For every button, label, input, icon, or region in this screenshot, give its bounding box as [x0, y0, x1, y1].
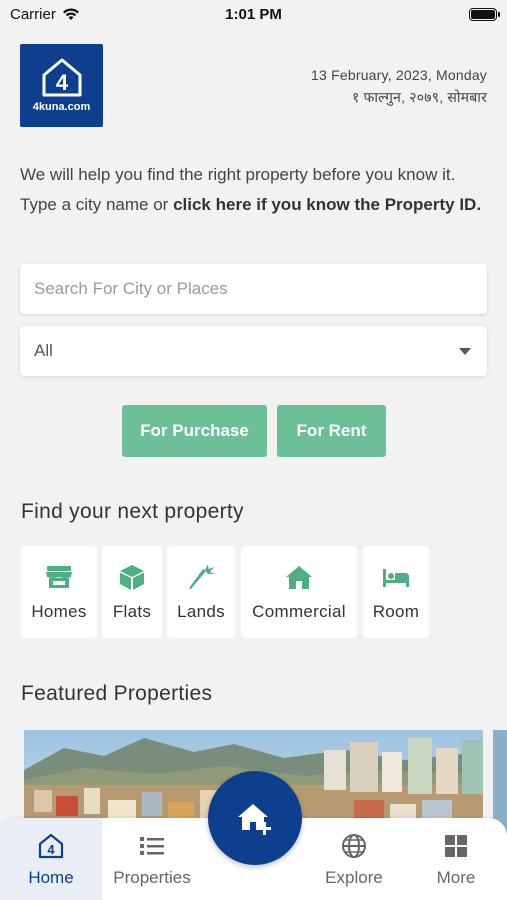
nav-home[interactable]: 4 Home	[0, 818, 102, 900]
carrier-label: Carrier	[10, 5, 56, 23]
house-icon	[286, 566, 312, 589]
search-input[interactable]	[20, 264, 487, 314]
for-purchase-button[interactable]: For Purchase	[122, 405, 267, 457]
for-rent-button[interactable]: For Rent	[277, 405, 386, 457]
select-value: All	[34, 341, 53, 360]
nav-label: Explore	[325, 868, 383, 887]
intro-text: We will help you find the right property…	[20, 160, 490, 220]
wifi-icon	[62, 8, 79, 20]
nav-properties[interactable]: Properties	[102, 818, 202, 900]
nav-more[interactable]: More	[406, 818, 506, 900]
list-icon	[140, 837, 164, 855]
featured-section-title: Featured Properties	[21, 682, 213, 705]
date-english: 13 February, 2023, Monday	[311, 67, 487, 83]
category-commercial[interactable]: Commercial	[241, 546, 357, 638]
box-icon	[120, 565, 144, 590]
store-icon	[46, 566, 72, 588]
logo-house-icon: 4	[42, 58, 81, 96]
category-label: Flats	[112, 602, 152, 621]
svg-text:4: 4	[47, 842, 55, 857]
category-label: Lands	[177, 602, 225, 621]
category-label: Room	[372, 602, 420, 621]
status-left: Carrier	[10, 6, 80, 23]
nav-explore[interactable]: Explore	[304, 818, 404, 900]
app-logo: 4 4kuna.com	[20, 44, 103, 127]
category-homes[interactable]: Homes	[21, 546, 97, 638]
add-home-icon	[238, 804, 271, 835]
category-label: Homes	[31, 602, 87, 621]
category-flats[interactable]: Flats	[102, 546, 162, 638]
property-id-link[interactable]: click here if you know the Property ID.	[173, 195, 481, 214]
chevron-down-icon	[459, 347, 471, 355]
property-type-select[interactable]: All	[20, 326, 487, 376]
logo-text: 4kuna.com	[32, 100, 91, 113]
carrot-icon	[189, 564, 215, 590]
nav-label: Home	[28, 868, 74, 887]
grid-icon	[445, 835, 467, 857]
home-logo-icon: 4	[38, 833, 64, 859]
add-property-fab[interactable]	[208, 771, 302, 865]
battery-icon	[469, 7, 500, 21]
bed-icon	[383, 569, 409, 587]
category-lands[interactable]: Lands	[167, 546, 235, 638]
date-block: 13 February, 2023, Monday १ फाल्गुन, २०७…	[311, 64, 487, 108]
nav-label: Properties	[113, 868, 191, 887]
date-nepali: १ फाल्गुन, २०७९, सोमबार	[351, 89, 487, 105]
category-room[interactable]: Room	[363, 546, 429, 638]
globe-icon	[342, 834, 366, 858]
status-bar: Carrier 1:01 PM	[0, 0, 507, 28]
find-section-title: Find your next property	[21, 500, 244, 523]
svg-text:4: 4	[55, 70, 68, 95]
nav-label: More	[436, 868, 476, 887]
category-label: Commercial	[252, 602, 346, 621]
